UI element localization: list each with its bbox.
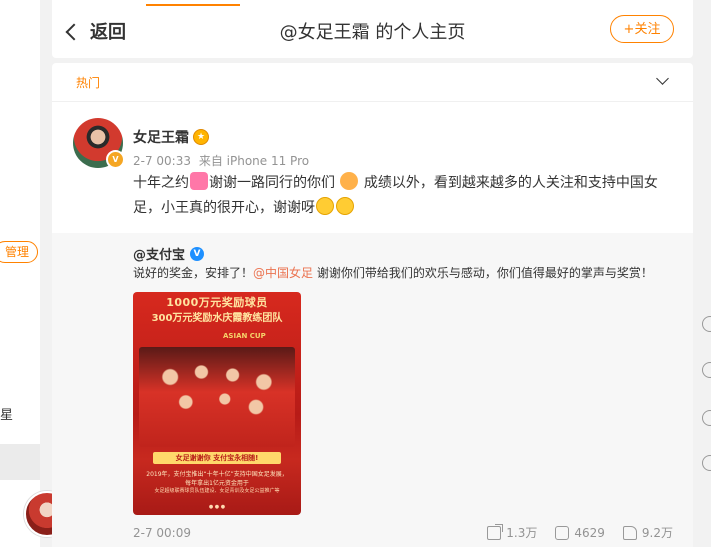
strong-arm-emoji-icon xyxy=(340,172,359,190)
post-text-segment: 谢谢一路同行的你们 xyxy=(209,175,335,191)
repost-image[interactable]: 1000万元奖励球员 300万元奖励水庆霞教练团队 ASIAN CUP 女足谢谢… xyxy=(133,292,301,515)
smile-emoji-icon xyxy=(316,197,334,215)
page-title: @女足王霜 的个人主页 xyxy=(279,22,466,43)
comment-count: 4629 xyxy=(574,525,605,540)
thumbs-up-icon xyxy=(622,525,637,540)
poster-cup-text: ASIAN CUP xyxy=(223,332,266,340)
author-avatar[interactable]: V xyxy=(73,118,125,169)
star-icon[interactable] xyxy=(702,362,711,378)
repost-text-segment: 谢谢你们带给我们的欢乐与感动，你们值得最好的掌声与奖赏！ xyxy=(313,266,653,280)
comment-button[interactable]: 4629 xyxy=(555,525,605,540)
poster-caption: 2019年，支付宝推出“十年十亿”支持中国女足发展， 每年拿出1亿元资金用于 xyxy=(133,470,301,488)
action-bar: 1.3万 4629 9.2万 xyxy=(487,523,673,541)
post-time[interactable]: 2-7 00:33 xyxy=(133,154,191,168)
info-icon[interactable] xyxy=(702,410,711,426)
comment-icon xyxy=(555,525,570,540)
post-source: 来自 iPhone 11 Pro xyxy=(198,154,310,168)
poster-headline-2: 300万元奖励水庆霞教练团队 xyxy=(151,313,283,324)
poster-headline-1: 1000万元奖励球员 xyxy=(166,296,268,309)
tab-hot[interactable]: 热门 xyxy=(76,74,100,91)
header-accent-line xyxy=(146,4,240,6)
verified-badge-icon: V xyxy=(106,150,125,169)
main-column: 返回 @女足王霜 的个人主页 +关注 热门 V 女足王霜 ★ 2-7 00:33… xyxy=(52,0,693,547)
refresh-icon[interactable] xyxy=(702,316,711,332)
heart-emoji-icon xyxy=(190,172,208,190)
poster-fineprint: 女足超级联赛球员队伍建设、女足青训及女足公益推广等 xyxy=(154,488,280,494)
profile-header-bar: 返回 @女足王霜 的个人主页 +关注 xyxy=(52,0,693,58)
team-photo xyxy=(139,347,295,447)
author-name-text: 女足王霜 xyxy=(133,130,189,146)
mention-link[interactable]: @中国女足 xyxy=(253,266,313,280)
follow-button[interactable]: +关注 xyxy=(610,15,674,43)
medal-icon: ★ xyxy=(193,129,209,145)
settings-icon[interactable] xyxy=(702,455,711,471)
repost-text-segment: 说好的奖金，安排了！ xyxy=(133,266,254,280)
feed-filter-row: 热门 xyxy=(52,63,693,102)
like-count: 9.2万 xyxy=(641,526,673,540)
manage-button[interactable]: 管理 xyxy=(0,241,39,263)
repost-block: @支付宝 V 说好的奖金，安排了！@中国女足 谢谢你们带给我们的欢乐与感动，你们… xyxy=(52,233,693,547)
share-icon xyxy=(487,523,504,540)
kiss-emoji-icon xyxy=(336,197,354,215)
chevron-down-icon[interactable] xyxy=(656,72,669,85)
left-sidebar-row[interactable] xyxy=(0,444,40,480)
author-name[interactable]: 女足王霜 ★ xyxy=(133,127,209,147)
post-card: 热门 V 女足王霜 ★ 2-7 00:33 来自 iPhone 11 Pro 十… xyxy=(52,63,693,547)
repost-time[interactable]: 2-7 00:09 xyxy=(133,526,191,540)
like-button[interactable]: 9.2万 xyxy=(622,524,673,541)
post-meta: 2-7 00:33 来自 iPhone 11 Pro xyxy=(133,152,313,169)
left-sidebar-partial-text: 星 xyxy=(0,408,14,423)
repost-author[interactable]: @支付宝 V xyxy=(133,244,205,263)
poster-caption-line: 每年拿出1亿元资金用于 xyxy=(185,480,249,487)
share-count: 1.3万 xyxy=(506,526,538,540)
poster-banner: 女足谢谢你 支付宝永相随! xyxy=(153,452,281,464)
poster-caption-line: 2019年，支付宝推出“十年十亿”支持中国女足发展， xyxy=(146,471,288,478)
share-button[interactable]: 1.3万 xyxy=(487,523,538,541)
repost-text: 说好的奖金，安排了！@中国女足 谢谢你们带给我们的欢乐与感动，你们值得最好的掌声… xyxy=(133,264,683,282)
post-text: 十年之约 谢谢一路同行的你们 成绩以外，看到越来越多的人关注和支持中国女足，小王真… xyxy=(133,171,673,221)
repost-author-name: @支付宝 xyxy=(133,248,186,263)
post-text-segment: 十年之约 xyxy=(133,175,189,191)
poster-logos: ● ● ● xyxy=(208,504,226,510)
blue-verified-icon: V xyxy=(190,246,205,261)
